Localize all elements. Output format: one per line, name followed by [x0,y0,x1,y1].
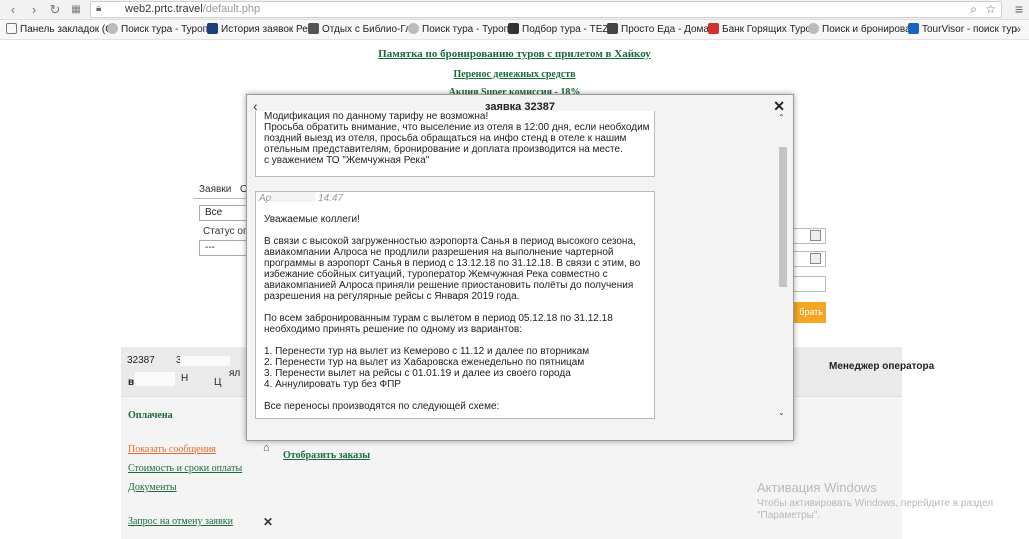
address-bar[interactable]: 🔒︎ web2.prtc.travel/default.php ⌕ ☆ [90,1,1002,18]
cutlery-icon [607,23,618,34]
lock-icon: 🔒︎ [96,3,102,14]
message-time: 14:47 [318,193,344,204]
windows-activation-watermark: Активация Windows Чтобы активировать Win… [757,480,1029,522]
redacted-area [135,372,175,386]
hot-tours-icon [708,23,719,34]
col-am: ял [229,368,241,379]
bookmark-label: Отдых с Библио-Гло [322,24,417,35]
scroll-down-icon[interactable]: ⌄ [778,408,785,417]
tab-orders[interactable]: Заявки [199,184,231,195]
scroll-up-icon[interactable]: ⌃ [778,113,785,122]
message-author: Ар [259,193,272,204]
apply-filter-button[interactable]: брать [793,302,826,323]
redacted-area [180,356,230,366]
globe-icon [408,23,419,34]
activation-text: Чтобы активировать Windows, перейдите в … [757,498,994,521]
more-bookmarks-icon[interactable]: » [1014,22,1021,36]
link-show-messages[interactable]: Показать сообщения [128,444,216,455]
search-icon[interactable]: ⌕ [970,2,977,17]
globe-icon [808,23,819,34]
bookmark-item[interactable]: TourVisor - поиск тур [908,23,1017,37]
manager-header: Менеджер оператора [829,361,935,372]
link-documents[interactable]: Документы [128,482,177,493]
bookmark-item[interactable]: Поиск тура - Туропе [408,23,515,37]
calendar-icon[interactable] [810,230,821,241]
url-host: web2.prtc.travel [125,3,203,15]
bookmark-label: Просто Еда - Домаш [621,24,717,35]
redacted-area [271,192,316,202]
message-text: Модификация по данному тарифу не возможн… [264,111,650,166]
bookmark-label: История заявок Рег [221,24,312,35]
bookmark-label: Панель закладок (С [20,24,113,35]
browser-toolbar: ‹ › ↻ ▦ 🔒︎ web2.prtc.travel/default.php … [0,0,1029,20]
bookmark-item[interactable]: Поиск тура - Туропе [107,23,214,37]
link-memo[interactable]: Памятка по бронированию туров с прилетом… [0,48,1029,60]
reload-icon[interactable]: ↻ [46,1,64,18]
message-box: Модификация по данному тарифу не возможн… [255,111,655,177]
bookmark-label: Поиск тура - Туропе [121,24,214,35]
bookmark-label: Банк Горящих Туров [722,24,817,35]
message-box: Ар 14:47 Уважаемые коллеги! В связи с вы… [255,191,655,419]
order-id-partial: 32387 [127,355,155,366]
bookmark-item[interactable]: Панель закладок (С [6,23,112,37]
message-meta: Ар 14:47 [256,192,654,206]
link-show-orders[interactable]: Отобразить заказы [283,450,370,461]
order-messages-modal: ‹ заявка 32387 ✕ Модификация по данному … [246,94,794,441]
payment-status-select[interactable]: --- [199,240,249,256]
url-path: /default.php [202,3,261,15]
col-short: Ц [214,377,222,388]
bookmark-item[interactable]: Поиск и бронироват [808,23,915,37]
row-letter: в [128,377,135,388]
scrollbar-thumb[interactable] [779,147,787,287]
home-icon[interactable]: ⌂ [263,442,270,454]
car-icon [308,23,319,34]
link-cancel-request[interactable]: Запрос на отмену заявки [128,516,233,527]
bookmarks-bar: Панель закладок (С Поиск тура - Туропе И… [0,20,1029,40]
calendar-icon[interactable] [810,253,821,264]
bookmark-item[interactable]: Отдых с Библио-Гло [308,23,417,37]
bookmark-item[interactable]: Просто Еда - Домаш [607,23,717,37]
bookmark-label: Поиск и бронироват [822,24,916,35]
url-text: web2.prtc.travel/default.php [125,3,260,15]
col-letter: Н [181,373,189,384]
link-transfer[interactable]: Перенос денежных средств [0,69,1029,80]
bookmark-label: Поиск тура - Туропе [422,24,515,35]
link-cost-terms[interactable]: Стоимость и сроки оплаты [128,463,242,474]
tourvisor-icon [908,23,919,34]
plane-icon [207,23,218,34]
close-icon[interactable]: ✕ [263,515,273,529]
folder-icon [6,23,17,34]
forward-icon[interactable]: › [25,1,43,18]
menu-icon[interactable]: ≡ [1015,1,1023,17]
bookmark-label: TourVisor - поиск тур [922,24,1017,35]
bookmark-item[interactable]: Подбор тура - TEZ T [508,23,617,37]
bookmark-item[interactable]: История заявок Рег [207,23,311,37]
message-text: Уважаемые коллеги! В связи с высокой заг… [264,214,641,412]
apps-grid-icon[interactable]: ▦ [67,1,85,18]
star-icon[interactable]: ☆ [985,2,996,16]
back-icon[interactable]: ‹ [4,1,22,18]
filter-select[interactable]: Все [199,205,249,221]
bookmark-item[interactable]: Банк Горящих Туров [708,23,816,37]
tez-icon [508,23,519,34]
activation-title: Активация Windows [757,480,877,495]
status-paid: Оплачена [128,410,173,421]
bookmark-label: Подбор тура - TEZ T [522,24,618,35]
globe-icon [107,23,118,34]
